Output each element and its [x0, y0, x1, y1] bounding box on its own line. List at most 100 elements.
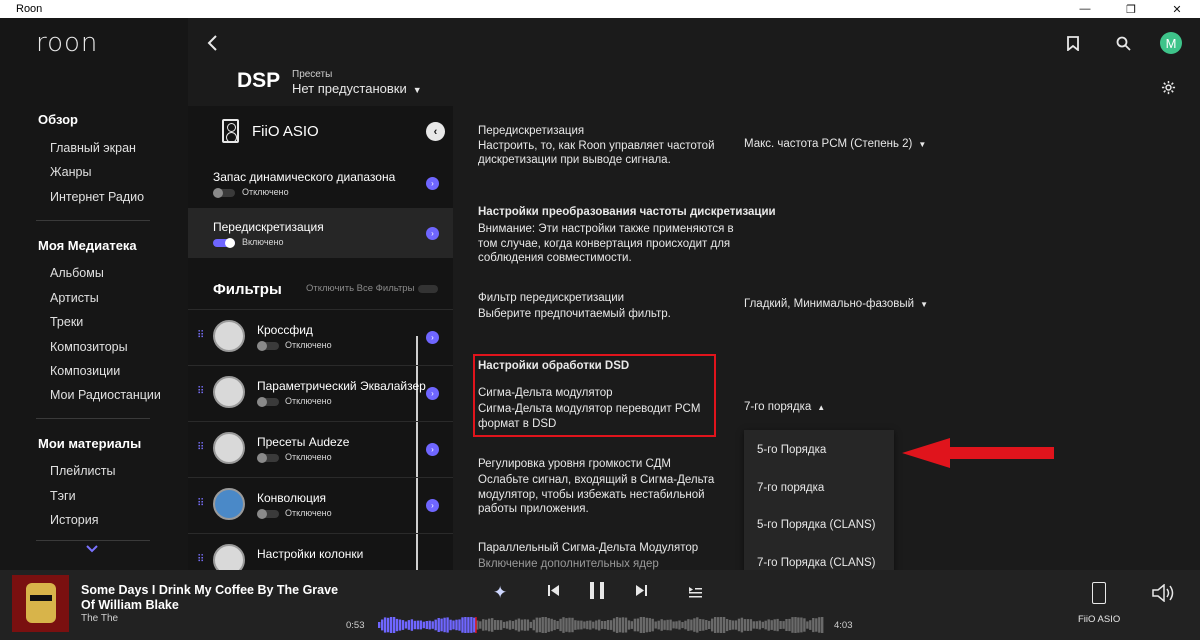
drag-handle-icon[interactable]: ⠿ — [197, 442, 204, 453]
album-art[interactable] — [12, 575, 69, 632]
maximize-button[interactable]: ❐ — [1108, 0, 1154, 18]
filter-row-parametric-eq[interactable]: ⠿ Параметрический Эквалайзер Отключено › — [188, 365, 453, 419]
waveform-bar — [788, 618, 791, 632]
filter-toggle[interactable] — [257, 509, 279, 519]
waveform-seekbar[interactable] — [378, 617, 824, 633]
filter-toggle[interactable] — [257, 341, 279, 351]
waveform-bar — [714, 617, 717, 633]
drag-handle-icon[interactable]: ⠿ — [197, 386, 204, 397]
close-button[interactable]: ✕ — [1154, 0, 1200, 18]
nav-section-library: Моя Медиатека — [38, 238, 137, 253]
nav-item-compositions[interactable]: Композиции — [50, 364, 120, 378]
filter-row-crossfeed[interactable]: ⠿ Кроссфид Отключено › — [188, 309, 453, 363]
gear-icon[interactable] — [1161, 80, 1176, 100]
avatar[interactable]: M — [1160, 32, 1182, 54]
next-track-icon[interactable] — [635, 584, 648, 602]
filter-toggle[interactable] — [257, 397, 279, 407]
waveform-bar — [407, 620, 411, 630]
back-arrow-icon[interactable] — [206, 34, 218, 57]
waveform-bar — [633, 618, 637, 632]
nav-item-tracks[interactable]: Треки — [50, 315, 83, 329]
filter-row-speaker-setup[interactable]: ⠿ Настройки колонки — [188, 533, 453, 570]
nav-item-genres[interactable]: Жанры — [50, 165, 91, 179]
nav-item-home[interactable]: Главный экран — [50, 141, 136, 155]
track-title[interactable]: Some Days I Drink My Coffee By The Grave… — [81, 583, 341, 613]
sdm-select[interactable]: 7-го порядка ▲ — [744, 401, 825, 413]
waveform-bar — [428, 620, 431, 630]
nav-item-my-radio[interactable]: Мои Радиостанции — [50, 388, 161, 402]
queue-icon[interactable] — [688, 585, 703, 603]
filter-select[interactable]: Гладкий, Минимально-фазовый ▼ — [744, 298, 928, 310]
filter-row-audeze[interactable]: ⠿ Пресеты Audeze Отключено › — [188, 421, 453, 475]
dsp-row-headroom[interactable]: Запас динамического диапазона Отключено … — [188, 158, 453, 208]
waveform-bar — [711, 618, 714, 632]
dropdown-option[interactable]: 7-го Порядка (CLANS) — [757, 557, 876, 569]
bookmark-icon[interactable] — [1067, 36, 1079, 56]
dsp-row-label: Передискретизация — [213, 220, 324, 234]
oversampling-desc-line: дискретизации при выводе сигнала. — [478, 154, 671, 166]
drag-handle-icon[interactable]: ⠿ — [197, 554, 204, 565]
waveform-bar — [779, 621, 782, 629]
waveform-bar — [657, 620, 660, 630]
elapsed-time: 0:53 — [346, 620, 365, 631]
nav-item-tags[interactable]: Тэги — [50, 489, 76, 503]
chevron-right-icon[interactable]: › — [426, 443, 439, 456]
chevron-right-icon[interactable]: › — [426, 227, 439, 240]
search-icon[interactable] — [1116, 36, 1131, 56]
chevron-right-icon[interactable]: › — [426, 331, 439, 344]
drag-handle-icon[interactable]: ⠿ — [197, 330, 204, 341]
drag-handle-icon[interactable]: ⠿ — [197, 498, 204, 509]
roon-logo[interactable]: roon — [36, 28, 98, 58]
zone-name[interactable]: FiiO ASIO — [1078, 614, 1120, 625]
pause-icon[interactable] — [589, 581, 605, 605]
chevron-right-icon[interactable]: › — [426, 499, 439, 512]
waveform-bar — [818, 617, 821, 633]
headroom-toggle[interactable] — [213, 188, 235, 198]
minimize-button[interactable]: — — [1062, 0, 1108, 18]
speaker-icon[interactable] — [1092, 582, 1106, 604]
sdm-gain-desc-line: модулятор, чтобы избежать нестабильной — [478, 489, 705, 501]
collapse-panel-button[interactable]: ‹ — [426, 122, 445, 141]
disable-all-filters-toggle[interactable] — [418, 285, 438, 293]
presets-dropdown[interactable]: Нет предустановки ▼ — [292, 81, 422, 96]
waveform-bar — [488, 618, 491, 632]
waveform-bar — [410, 619, 414, 631]
waveform-bar — [693, 618, 696, 632]
filter-row-convolution[interactable]: ⠿ Конволюция Отключено › — [188, 477, 453, 531]
filter-toggle[interactable] — [257, 453, 279, 463]
previous-track-icon[interactable] — [547, 584, 560, 602]
volume-icon[interactable] — [1152, 583, 1176, 607]
nav-item-composers[interactable]: Композиторы — [50, 340, 128, 354]
waveform-bar — [705, 620, 708, 630]
waveform-bar — [797, 617, 800, 633]
waveform-bar — [586, 620, 589, 630]
dropdown-option[interactable]: 5-го Порядка (CLANS) — [757, 519, 876, 531]
nav-item-history[interactable]: История — [50, 513, 98, 527]
waveform-bar — [767, 619, 770, 631]
waveform-bar — [639, 617, 643, 633]
dropdown-option[interactable]: 7-го порядка — [757, 482, 824, 494]
nav-item-albums[interactable]: Альбомы — [50, 266, 104, 280]
waveform-bar — [494, 620, 497, 630]
dsp-row-oversampling[interactable]: Передискретизация Включено › — [188, 208, 453, 258]
track-artist[interactable]: The The — [81, 613, 118, 624]
waveform-bar — [413, 620, 417, 630]
oversampling-select[interactable]: Макс. частота PCM (Степень 2) ▼ — [744, 138, 926, 150]
waveform-bar — [535, 617, 538, 633]
radio-sparkle-icon[interactable]: ✦ — [493, 583, 507, 603]
dropdown-option[interactable]: 5-го Порядка — [757, 444, 826, 456]
waveform-bar — [547, 618, 550, 632]
nav-item-radio[interactable]: Интернет Радио — [50, 190, 144, 204]
nav-item-playlists[interactable]: Плейлисты — [50, 464, 115, 478]
filter-label: Настройки колонки — [257, 547, 364, 561]
waveform-bar — [717, 617, 720, 633]
waveform-bar — [502, 621, 506, 629]
waveform-bar — [758, 620, 761, 630]
chevron-right-icon[interactable]: › — [426, 177, 439, 190]
chevron-down-icon[interactable] — [86, 542, 98, 556]
nav-item-artists[interactable]: Артисты — [50, 291, 99, 305]
chevron-right-icon[interactable]: › — [426, 387, 439, 400]
waveform-bar — [725, 619, 729, 632]
oversampling-toggle[interactable] — [213, 238, 235, 248]
playhead[interactable] — [475, 617, 477, 633]
